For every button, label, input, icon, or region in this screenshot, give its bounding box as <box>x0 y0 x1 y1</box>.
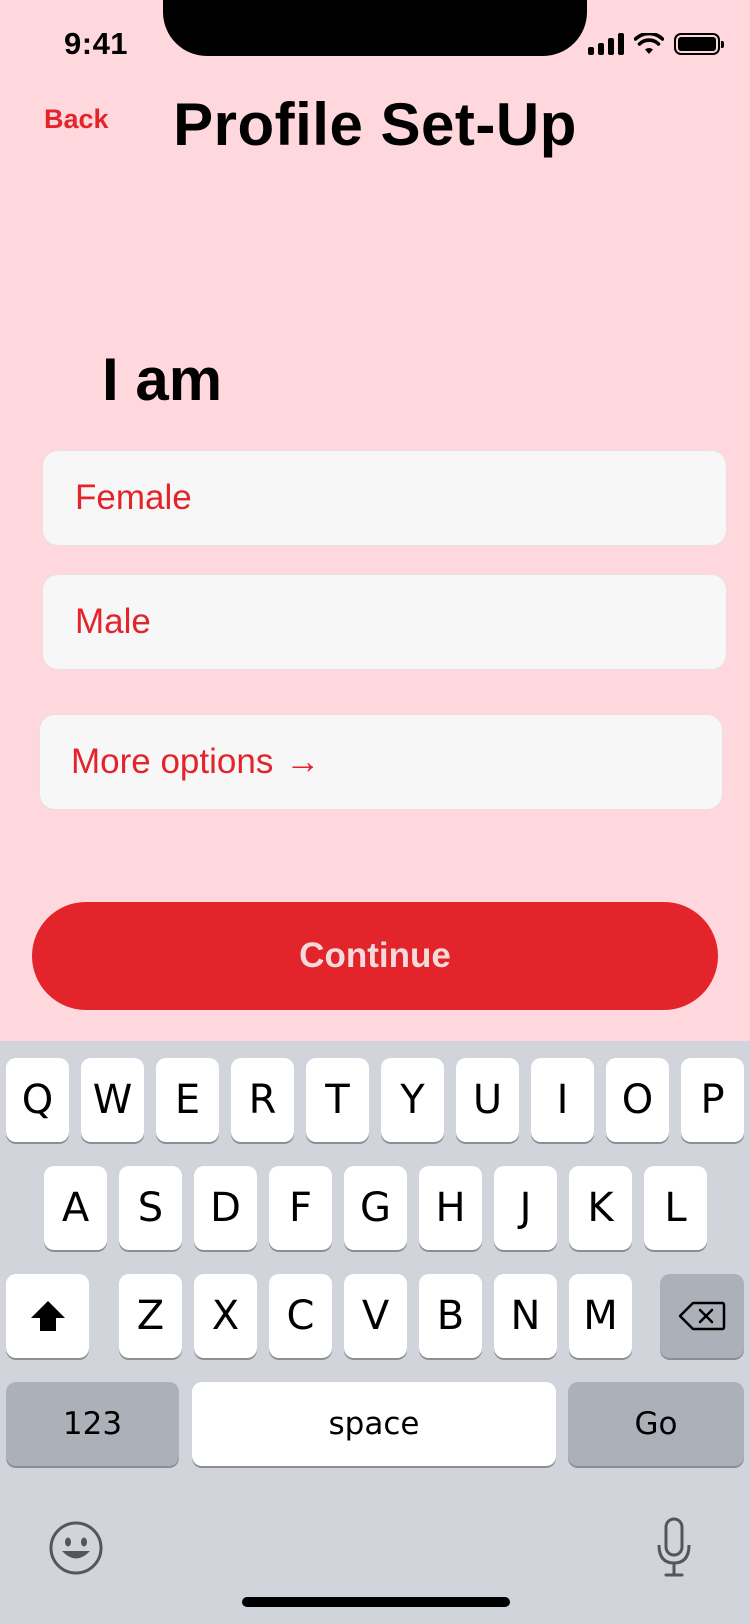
key-t[interactable]: T <box>306 1058 369 1142</box>
key-z[interactable]: Z <box>119 1274 182 1358</box>
backspace-key[interactable] <box>660 1274 744 1358</box>
space-key[interactable]: space <box>192 1382 556 1466</box>
shift-key[interactable] <box>6 1274 89 1358</box>
home-indicator <box>242 1597 510 1607</box>
emoji-button[interactable] <box>48 1520 104 1576</box>
battery-icon <box>674 33 724 55</box>
microphone-icon <box>657 1517 691 1577</box>
key-x[interactable]: X <box>194 1274 257 1358</box>
page-title: Profile Set-Up <box>173 91 577 158</box>
key-r[interactable]: R <box>231 1058 294 1142</box>
key-h[interactable]: H <box>419 1166 482 1250</box>
backspace-icon <box>678 1301 726 1331</box>
arrow-right-icon: → <box>285 742 321 781</box>
key-f[interactable]: F <box>269 1166 332 1250</box>
keyboard: Q W E R T Y U I O P A S D F G H J K L Z … <box>0 1041 750 1624</box>
more-options-label: More options <box>71 742 274 781</box>
key-s[interactable]: S <box>119 1166 182 1250</box>
microphone-button[interactable] <box>656 1517 692 1579</box>
status-bar: 9:41 <box>0 0 750 90</box>
go-key[interactable]: Go <box>568 1382 744 1466</box>
key-u[interactable]: U <box>456 1058 519 1142</box>
key-j[interactable]: J <box>494 1166 557 1250</box>
option-male[interactable]: Male <box>42 574 727 670</box>
continue-button[interactable]: Continue <box>32 902 718 1010</box>
wifi-icon <box>634 33 664 54</box>
key-c[interactable]: C <box>269 1274 332 1358</box>
status-icons <box>588 33 724 55</box>
key-p[interactable]: P <box>681 1058 744 1142</box>
option-male-label: Male <box>75 602 151 641</box>
key-y[interactable]: Y <box>381 1058 444 1142</box>
key-e[interactable]: E <box>156 1058 219 1142</box>
notch <box>163 0 587 56</box>
key-k[interactable]: K <box>569 1166 632 1250</box>
key-n[interactable]: N <box>494 1274 557 1358</box>
key-i[interactable]: I <box>531 1058 594 1142</box>
option-female[interactable]: Female <box>42 450 727 546</box>
key-l[interactable]: L <box>644 1166 707 1250</box>
emoji-icon <box>49 1521 103 1575</box>
key-g[interactable]: G <box>344 1166 407 1250</box>
option-female-label: Female <box>75 478 192 517</box>
key-w[interactable]: W <box>81 1058 144 1142</box>
key-a[interactable]: A <box>44 1166 107 1250</box>
key-q[interactable]: Q <box>6 1058 69 1142</box>
shift-icon <box>30 1301 65 1331</box>
signal-icon <box>588 33 624 55</box>
numbers-key[interactable]: 123 <box>6 1382 179 1466</box>
key-v[interactable]: V <box>344 1274 407 1358</box>
key-b[interactable]: B <box>419 1274 482 1358</box>
more-options-button[interactable]: More options → <box>39 714 723 810</box>
key-o[interactable]: O <box>606 1058 669 1142</box>
status-time: 9:41 <box>64 26 129 61</box>
question-label: I am <box>102 346 223 413</box>
key-m[interactable]: M <box>569 1274 632 1358</box>
key-d[interactable]: D <box>194 1166 257 1250</box>
